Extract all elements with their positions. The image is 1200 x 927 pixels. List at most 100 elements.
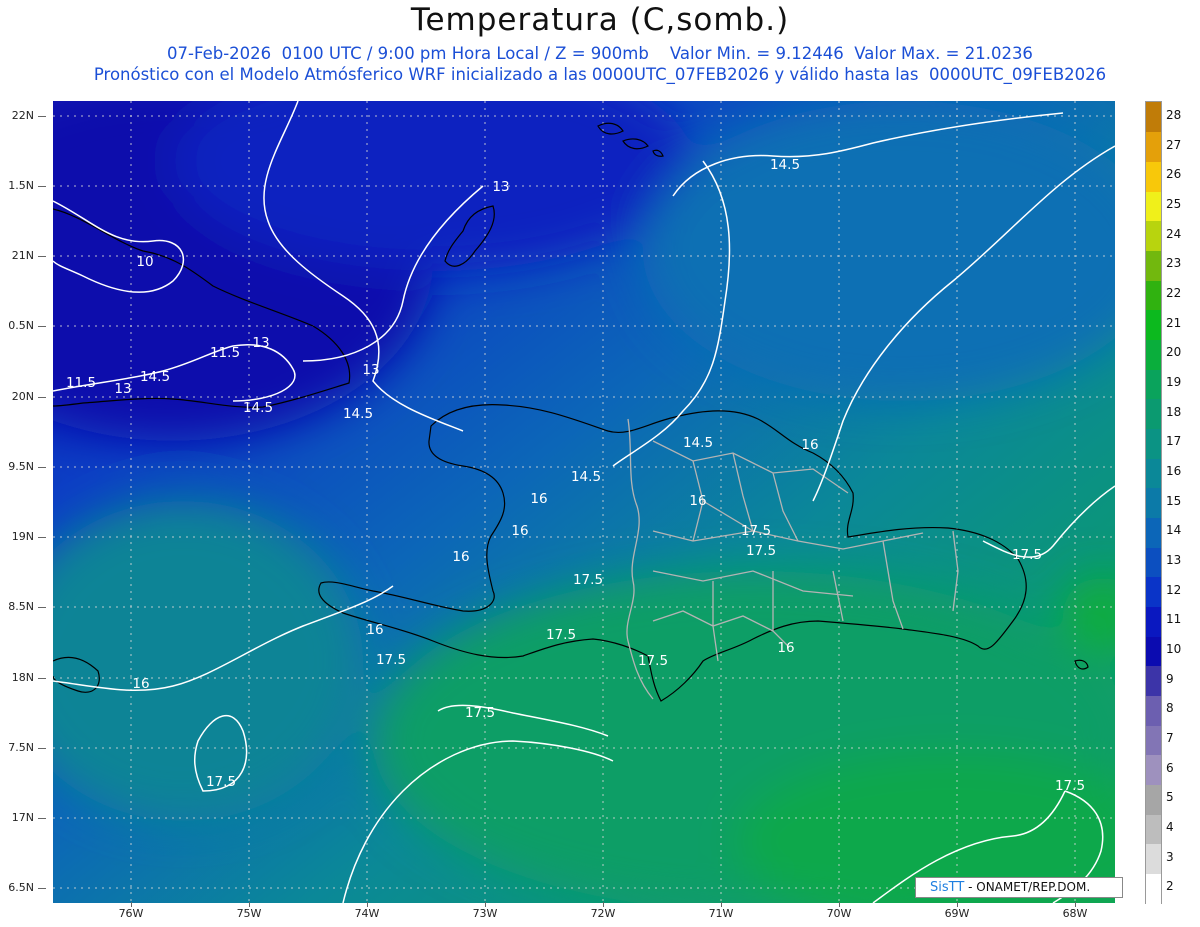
colorbar-label: 24 (1166, 226, 1182, 241)
lon-label: 70W (826, 907, 852, 920)
lon-label: 72W (590, 907, 616, 920)
contour-label: 16 (366, 622, 383, 638)
lat-label: 19N (11, 530, 34, 543)
colorbar-label: 25 (1166, 196, 1182, 211)
sistt-logo: SisTT (930, 880, 965, 895)
lat-tick (38, 256, 46, 257)
colorbar-cell (1146, 517, 1161, 548)
contour-label: 16 (530, 491, 547, 507)
colorbar-label: 23 (1166, 256, 1182, 271)
map-canvas: 14.5 13 10 11.5 13 11.5 13 14.5 13 14.5 … (53, 101, 1115, 903)
lat-tick (38, 116, 46, 117)
credit-box: SisTT - ONAMET/REP.DOM. (915, 877, 1123, 898)
colorbar-label: 22 (1166, 285, 1182, 300)
colorbar-cell (1146, 458, 1161, 489)
lat-tick (38, 326, 46, 327)
colorbar-label: 10 (1166, 641, 1182, 656)
contour-label: 14.5 (140, 369, 170, 385)
lon-label: 73W (472, 907, 498, 920)
contour-label: 16 (801, 437, 818, 453)
colorbar-cell (1146, 814, 1161, 845)
colorbar-label: 16 (1166, 463, 1182, 478)
lat-tick (38, 467, 46, 468)
colorbar-cell (1146, 754, 1161, 785)
map-title: Temperatura (C,somb.) (410, 2, 790, 38)
contour-label: 17.5 (573, 572, 603, 588)
contour-label: 16 (511, 523, 528, 539)
colorbar-label: 12 (1166, 582, 1182, 597)
contour-label: 13 (492, 179, 509, 195)
colorbar-cell (1146, 636, 1161, 667)
colorbar-label: 7 (1166, 730, 1174, 745)
lat-label: 7.5N (8, 741, 34, 754)
colorbar-cell (1146, 725, 1161, 756)
colorbar-label: 15 (1166, 493, 1182, 508)
contour-label: 17.5 (206, 774, 236, 790)
colorbar-cell (1146, 131, 1161, 162)
contour-label: 13 (252, 335, 269, 351)
colorbar-cell (1146, 280, 1161, 311)
lat-label: 8.5N (8, 600, 34, 613)
colorbar-label: 14 (1166, 523, 1182, 538)
contour-label: 14.5 (683, 435, 713, 451)
contour-label: 17.5 (1012, 547, 1042, 563)
colorbar-cell (1146, 606, 1161, 637)
colorbar-label: 5 (1166, 790, 1174, 805)
colorbar-cell (1146, 576, 1161, 607)
colorbar-label: 20 (1166, 345, 1182, 360)
contour-label: 17.5 (1055, 778, 1085, 794)
lat-tick (38, 678, 46, 679)
contour-label: 16 (777, 640, 794, 656)
colorbar-cell (1146, 339, 1161, 370)
contour-label: 17.5 (376, 652, 406, 668)
contour-label: 11.5 (66, 375, 96, 391)
colorbar-label: 6 (1166, 760, 1174, 775)
contour-label: 17.5 (465, 705, 495, 721)
lat-tick (38, 748, 46, 749)
contour-label: 16 (132, 676, 149, 692)
colorbar-cell (1146, 398, 1161, 429)
lat-tick (38, 818, 46, 819)
colorbar-label: 2 (1166, 879, 1174, 894)
colorbar-cell (1146, 161, 1161, 192)
lat-label: 22N (11, 109, 34, 122)
colorbar-cell (1146, 487, 1161, 518)
colorbar-label: 13 (1166, 552, 1182, 567)
colorbar-cell (1146, 191, 1161, 222)
forecast-time-line: 07-Feb-2026 0100 UTC / 9:00 pm Hora Loca… (167, 44, 1033, 63)
colorbar-cell (1146, 784, 1161, 815)
colorbar-label: 3 (1166, 849, 1174, 864)
contour-label: 10 (136, 254, 153, 270)
contour-label: 16 (689, 493, 706, 509)
lat-label: 1.5N (8, 179, 34, 192)
colorbar-label: 4 (1166, 819, 1174, 834)
colorbar-cell (1146, 220, 1161, 251)
lon-label: 76W (118, 907, 144, 920)
contour-label: 17.5 (746, 543, 776, 559)
contour-label: 11.5 (210, 345, 240, 361)
contour-label: 14.5 (571, 469, 601, 485)
contour-label: 16 (452, 549, 469, 565)
model-info-line: Pronóstico con el Modelo Atmósferico WRF… (93, 65, 1107, 84)
contour-label: 14.5 (770, 157, 800, 173)
colorbar-cell (1146, 428, 1161, 459)
colorbar-label: 11 (1166, 612, 1182, 627)
contour-label: 17.5 (638, 653, 668, 669)
colorbar-label: 9 (1166, 671, 1174, 686)
contour-label: 13 (114, 381, 131, 397)
colorbar-cell (1146, 547, 1161, 578)
lon-label: 71W (708, 907, 734, 920)
colorbar-label: 27 (1166, 137, 1182, 152)
colorbar-label: 18 (1166, 404, 1182, 419)
contour-label: 13 (362, 362, 379, 378)
colorbar-cell (1146, 873, 1161, 904)
colorbar-cell (1146, 665, 1161, 696)
contour-label: 14.5 (243, 400, 273, 416)
temperature-map: 14.5 13 10 11.5 13 11.5 13 14.5 13 14.5 … (53, 101, 1115, 903)
contour-label: 17.5 (741, 523, 771, 539)
colorbar-label: 21 (1166, 315, 1182, 330)
colorbar-label: 26 (1166, 167, 1182, 182)
colorbar-label: 28 (1166, 107, 1182, 122)
contour-label: 14.5 (343, 406, 373, 422)
lat-label: 6.5N (8, 881, 34, 894)
